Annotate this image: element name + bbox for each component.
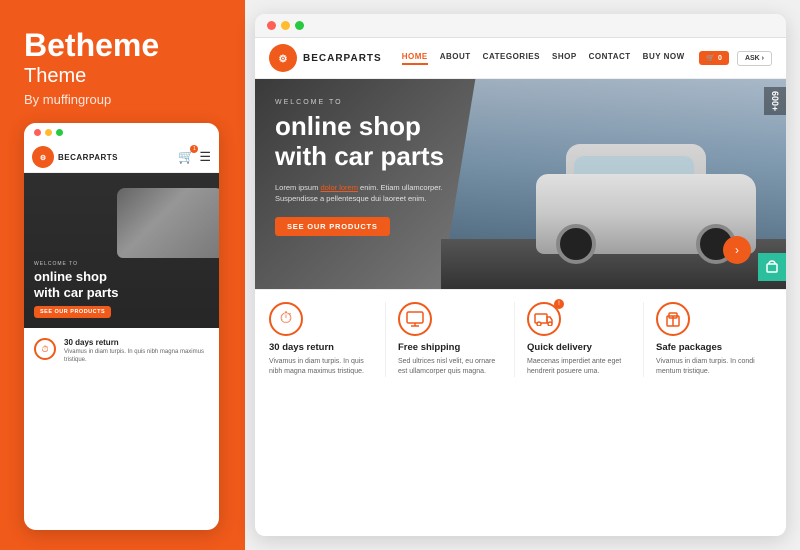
feature-delivery-desc: Maecenas imperdiet ante eget hendrerit p… <box>527 357 631 377</box>
mobile-top-bar <box>24 123 219 142</box>
feature-packages-icon-wrap <box>656 302 690 336</box>
mobile-logo: ⚙ BECARPARTS <box>32 146 118 168</box>
desktop-hero-title: online shopwith car parts <box>275 112 444 172</box>
mobile-feature-title: 30 days return <box>64 338 209 347</box>
desktop-logo-icon: ⚙ <box>269 44 297 72</box>
mobile-cart-icon[interactable]: 🛒 1 <box>178 149 194 165</box>
side-teal-button[interactable] <box>758 253 786 281</box>
desktop-hero-cta-button[interactable]: SEE OUR PRODUCTS <box>275 217 390 236</box>
desktop-cart-button[interactable]: 🛒 0 <box>699 51 729 65</box>
cart-count: 0 <box>718 55 722 62</box>
desktop-hero-car <box>536 144 756 254</box>
mobile-return-icon: ⏱ <box>34 338 56 360</box>
truck-icon <box>534 312 554 326</box>
mobile-welcome-label: WELCOME TO <box>34 261 209 267</box>
feature-shipping-desc: Sed ultrices nisl velit, eu ornare est u… <box>398 357 502 377</box>
mobile-dot-green <box>56 129 63 136</box>
feature-packages-title: Safe packages <box>656 342 760 353</box>
brand-by: By muffingroup <box>24 92 221 107</box>
mobile-preview: ⚙ BECARPARTS 🛒 1 ☰ WELCOME TO online sho… <box>24 123 219 530</box>
feature-shipping-icon-wrap <box>398 302 432 336</box>
mobile-hero: WELCOME TO online shopwith car parts SEE… <box>24 173 219 328</box>
mobile-logo-icon: ⚙ <box>32 146 54 168</box>
nav-link-buynow[interactable]: BUY NOW <box>643 52 685 65</box>
feature-packages-desc: Vivamus in diam turpis. In condi mentum … <box>656 357 760 377</box>
desktop-hero-side: 600+ <box>758 79 786 289</box>
nav-link-categories[interactable]: CATEGORIES <box>483 52 540 65</box>
mobile-cta-button[interactable]: SEE OUR PRODUCTS <box>34 306 111 318</box>
feature-return-desc: Vivamus in diam turpis. In quis nibh mag… <box>269 357 373 377</box>
feature-delivery: ! Quick delivery Maecenas imperdiet ante… <box>515 302 644 377</box>
mobile-dot-red <box>34 129 41 136</box>
mobile-dot-yellow <box>45 129 52 136</box>
mobile-feature-text: 30 days return Vivamus in diam turpis. I… <box>64 338 209 365</box>
desktop-top-bar <box>255 14 786 38</box>
mobile-nav-icons: 🛒 1 ☰ <box>178 149 211 165</box>
brand-title: Betheme <box>24 28 221 63</box>
desktop-hero: WELCOME TO online shopwith car parts Lor… <box>255 79 786 289</box>
nav-link-shop[interactable]: SHOP <box>552 52 577 65</box>
feature-shipping-title: Free shipping <box>398 342 502 353</box>
left-panel: Betheme Theme By muffingroup ⚙ BECARPART… <box>0 0 245 550</box>
mobile-cart-badge: 1 <box>190 145 198 153</box>
monitor-icon <box>406 311 424 327</box>
mobile-hero-title: online shopwith car parts <box>34 269 209 300</box>
mobile-logo-text: BECARPARTS <box>58 153 118 162</box>
svg-text:⚙: ⚙ <box>279 54 288 65</box>
mobile-hamburger-icon[interactable]: ☰ <box>199 149 211 165</box>
feature-delivery-icon-wrap: ! <box>527 302 561 336</box>
desktop-dot-green <box>295 21 304 30</box>
desktop-hero-welcome: WELCOME TO <box>275 99 444 106</box>
desktop-features: ⏱ 30 days return Vivamus in diam turpis.… <box>255 289 786 389</box>
desktop-nav-actions: 🛒 0 ASK › <box>699 51 772 66</box>
desktop-hero-desc: Lorem ipsum dolor lorem enim. Etiam ulla… <box>275 182 444 205</box>
counter-number: 600+ <box>770 91 780 111</box>
cart-icon: 🛒 <box>706 54 715 62</box>
nav-link-about[interactable]: ABOUT <box>440 52 471 65</box>
feature-delivery-badge: ! <box>554 299 564 309</box>
package-icon <box>664 311 682 327</box>
shopping-bag-icon <box>765 260 779 274</box>
desktop-logo: ⚙ BECARPARTS <box>269 44 382 72</box>
desktop-dot-yellow <box>281 21 290 30</box>
mobile-feature-desc: Vivamus in diam turpis. In quis nibh mag… <box>64 349 209 365</box>
desktop-nav-links: HOME ABOUT CATEGORIES SHOP CONTACT BUY N… <box>402 52 690 65</box>
mobile-feature-section: ⏱ 30 days return Vivamus in diam turpis.… <box>24 328 219 365</box>
hero-next-button[interactable]: › <box>723 236 751 264</box>
feature-delivery-title: Quick delivery <box>527 342 631 353</box>
side-counter: 600+ <box>764 87 786 115</box>
desktop-dot-red <box>267 21 276 30</box>
feature-return: ⏱ 30 days return Vivamus in diam turpis.… <box>269 302 386 377</box>
feature-shipping-icon <box>398 302 432 336</box>
desktop-ask-button[interactable]: ASK › <box>737 51 772 66</box>
desktop-hero-content: WELCOME TO online shopwith car parts Lor… <box>275 99 444 236</box>
feature-return-icon: ⏱ <box>269 302 303 336</box>
right-panel: ⚙ BECARPARTS HOME ABOUT CATEGORIES SHOP … <box>245 0 800 550</box>
car-wheel-left <box>556 224 596 264</box>
desktop-logo-text: BECARPARTS <box>303 53 382 64</box>
mobile-hero-car-decoration <box>117 188 219 258</box>
nav-link-contact[interactable]: CONTACT <box>589 52 631 65</box>
feature-packages: Safe packages Vivamus in diam turpis. In… <box>644 302 772 377</box>
nav-link-home[interactable]: HOME <box>402 52 428 65</box>
feature-return-title: 30 days return <box>269 342 373 353</box>
feature-shipping: Free shipping Sed ultrices nisl velit, e… <box>386 302 515 377</box>
desktop-preview: ⚙ BECARPARTS HOME ABOUT CATEGORIES SHOP … <box>255 14 786 536</box>
mobile-nav: ⚙ BECARPARTS 🛒 1 ☰ <box>24 142 219 173</box>
feature-return-icon-wrap: ⏱ <box>269 302 303 336</box>
feature-packages-icon <box>656 302 690 336</box>
hero-desc-link[interactable]: dolor lorem <box>320 183 358 192</box>
desktop-nav: ⚙ BECARPARTS HOME ABOUT CATEGORIES SHOP … <box>255 38 786 79</box>
svg-text:⚙: ⚙ <box>40 154 46 162</box>
brand-subtitle: Theme <box>24 65 221 88</box>
